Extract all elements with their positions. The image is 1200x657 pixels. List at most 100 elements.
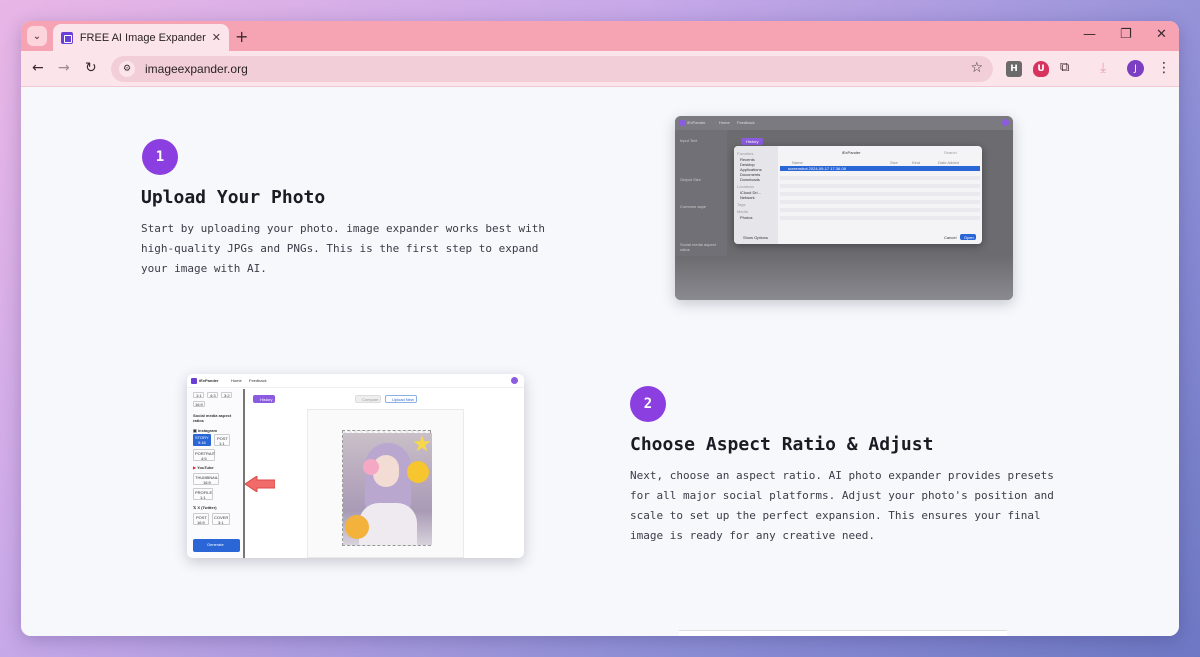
step-2-title: Choose Aspect Ratio & Adjust — [630, 434, 934, 455]
upload-screenshot-avatar — [1002, 119, 1009, 126]
new-tab-button[interactable]: + — [235, 27, 248, 46]
file-dialog-col-size: Size — [890, 160, 898, 165]
option-ratio: 1:1 — [219, 441, 225, 446]
file-dialog-open-label: Open — [964, 235, 974, 240]
site-info-icon[interactable]: ⚙ — [119, 61, 135, 77]
step-2-line-3: scale to set up the perfect expansion. T… — [630, 509, 1041, 522]
upload-screenshot-footer — [675, 256, 1013, 300]
generate-label: Generate — [207, 542, 224, 547]
option-ratio: 1:1 — [200, 495, 206, 500]
aspect-ratio-screenshot: iExPander Home Feedback 1:1 4:3 3:2 16:9… — [187, 374, 524, 558]
restore-icon[interactable]: ❐ — [1120, 27, 1132, 42]
address-bar[interactable]: ⚙ imageexpander.org ☆ — [111, 56, 993, 82]
file-dialog-row — [780, 184, 980, 188]
menu-kebab-icon[interactable]: ⋮ — [1157, 60, 1171, 76]
upload-screenshot-label-social: Social media aspect ratios — [680, 242, 716, 252]
active-tab[interactable]: FREE AI Image Expander Online ✕ — [53, 24, 229, 51]
option-ratio: 4:5 — [201, 456, 207, 461]
option-ratio: 16:9 — [197, 520, 205, 525]
ratio-button: 3:2 — [221, 392, 232, 398]
compare-label: Compare — [362, 397, 379, 402]
x-post-option: POST 16:9 — [193, 513, 209, 525]
aspect-screenshot-logo-icon — [191, 378, 197, 384]
youtube-heading: ▶ YouTube — [193, 465, 214, 470]
file-dialog-tags: Tags — [737, 202, 746, 207]
tab-search-button[interactable]: ⌄ — [27, 26, 47, 46]
ratio-button-label: 16:9 — [195, 402, 203, 407]
extension-shield-icon[interactable]: U — [1033, 61, 1049, 77]
reload-icon[interactable]: ↻ — [85, 60, 97, 76]
upload-screenshot-app-name: iExPander — [687, 120, 706, 125]
ratio-button: 4:3 — [207, 392, 218, 398]
upload-screenshot-nav-feedback: Feedback — [737, 120, 755, 125]
forward-icon[interactable]: → — [58, 60, 70, 76]
expansion-frame — [342, 430, 432, 546]
file-dialog-photos: Photos — [740, 215, 753, 220]
file-dialog-search: Search — [944, 150, 957, 155]
url-text: imageexpander.org — [145, 62, 248, 76]
aspect-screenshot-nav-home: Home — [231, 378, 242, 383]
back-icon[interactable]: ← — [32, 60, 44, 76]
aspect-history-button: History — [253, 395, 275, 403]
emoji-sticker-icon — [407, 461, 429, 483]
step-1-description: Start by uploading your photo. image exp… — [141, 219, 581, 279]
file-dialog-selected-row: screenshot 2024-09-17 17.36.08 — [780, 166, 980, 171]
step-1-line-1: Start by uploading your photo. image exp… — [141, 222, 545, 235]
instagram-heading: ▣ Instagram — [193, 428, 218, 433]
upload-new-button: Upload New — [385, 395, 417, 403]
downloads-icon[interactable]: ⤓ — [1100, 60, 1106, 76]
browser-window: ⌄ FREE AI Image Expander Online ✕ + — ❐ … — [21, 21, 1179, 636]
ratio-button: 1:1 — [193, 392, 204, 398]
compare-button: Compare — [355, 395, 381, 403]
expansion-canvas — [307, 409, 464, 558]
aspect-screenshot-app-name: iExPander — [199, 378, 219, 383]
file-dialog-downloads: Downloads — [740, 177, 760, 182]
tab-strip: ⌄ FREE AI Image Expander Online ✕ + — ❐ … — [21, 21, 1179, 51]
minimize-icon[interactable]: — — [1083, 27, 1096, 42]
ratio-button-label: 3:2 — [224, 393, 230, 398]
social-heading: Social media aspect ratios — [193, 413, 232, 423]
upload-screenshot-history-label: History — [746, 139, 759, 144]
file-dialog-locations: Locations — [737, 184, 755, 189]
extension-h-icon[interactable]: H — [1006, 61, 1022, 77]
ratio-button-label: 1:1 — [196, 393, 202, 398]
file-dialog-cancel-button: Cancel — [944, 235, 957, 240]
site-favicon-icon — [61, 31, 73, 44]
tab-close-icon[interactable]: ✕ — [212, 31, 221, 44]
profile-avatar[interactable]: J — [1127, 60, 1144, 77]
browser-toolbar: ← → ↻ ⚙ imageexpander.org ☆ H U ⧉ ⤓ J ⋮ — [21, 51, 1179, 87]
upload-screenshot-label-common: Common aspe — [680, 204, 707, 209]
youtube-profile-option: PROFILE 1:1 — [193, 488, 213, 500]
upload-new-label: Upload New — [392, 397, 414, 402]
pointer-arrow-icon — [244, 475, 276, 493]
option-ratio: 9:16 — [198, 440, 206, 445]
x-heading: 𝕏 X (Twitter) — [193, 505, 217, 510]
x-heading-label: X (Twitter) — [197, 505, 217, 510]
instagram-post-option: POST 1:1 — [214, 434, 230, 446]
file-dialog-open-button: Open — [960, 234, 976, 240]
upload-screenshot-label-output: Output Size — [680, 177, 701, 182]
aspect-screenshot-nav-feedback: Feedback — [249, 378, 267, 383]
star-sticker-icon — [413, 435, 431, 452]
close-window-icon[interactable]: ✕ — [1156, 27, 1167, 42]
step-2-description: Next, choose an aspect ratio. AI photo e… — [630, 466, 1070, 546]
file-dialog-sidebar: Favorites Recents Desktop Applications D… — [734, 146, 778, 244]
party-emoji-icon — [345, 515, 369, 539]
step-1-title: Upload Your Photo — [141, 187, 326, 208]
aspect-screenshot-avatar — [511, 377, 518, 384]
file-dialog-col-name: Name — [792, 160, 803, 165]
bookmark-star-icon[interactable]: ☆ — [970, 60, 983, 76]
ratio-button: 16:9 — [193, 401, 205, 407]
file-dialog-show-options: Show Options — [743, 235, 768, 240]
file-open-dialog: Favorites Recents Desktop Applications D… — [734, 146, 982, 244]
step-1-line-2: high-quality JPGs and PNGs. This is the … — [141, 242, 539, 255]
photo-bubble — [363, 459, 379, 475]
upload-screenshot: iExPander Home Feedback Input Text Outpu… — [675, 116, 1013, 300]
step-2-line-1: Next, choose an aspect ratio. AI photo e… — [630, 469, 1054, 482]
step-1-line-3: your image with AI. — [141, 262, 267, 275]
extensions-puzzle-icon[interactable]: ⧉ — [1060, 60, 1069, 75]
upload-screenshot-label-input: Input Text — [680, 138, 698, 143]
upload-screenshot-history-button: History — [741, 138, 763, 145]
youtube-heading-label: YouTube — [197, 465, 214, 470]
instagram-portrait-option: PORTRAIT 4:5 — [193, 449, 215, 461]
